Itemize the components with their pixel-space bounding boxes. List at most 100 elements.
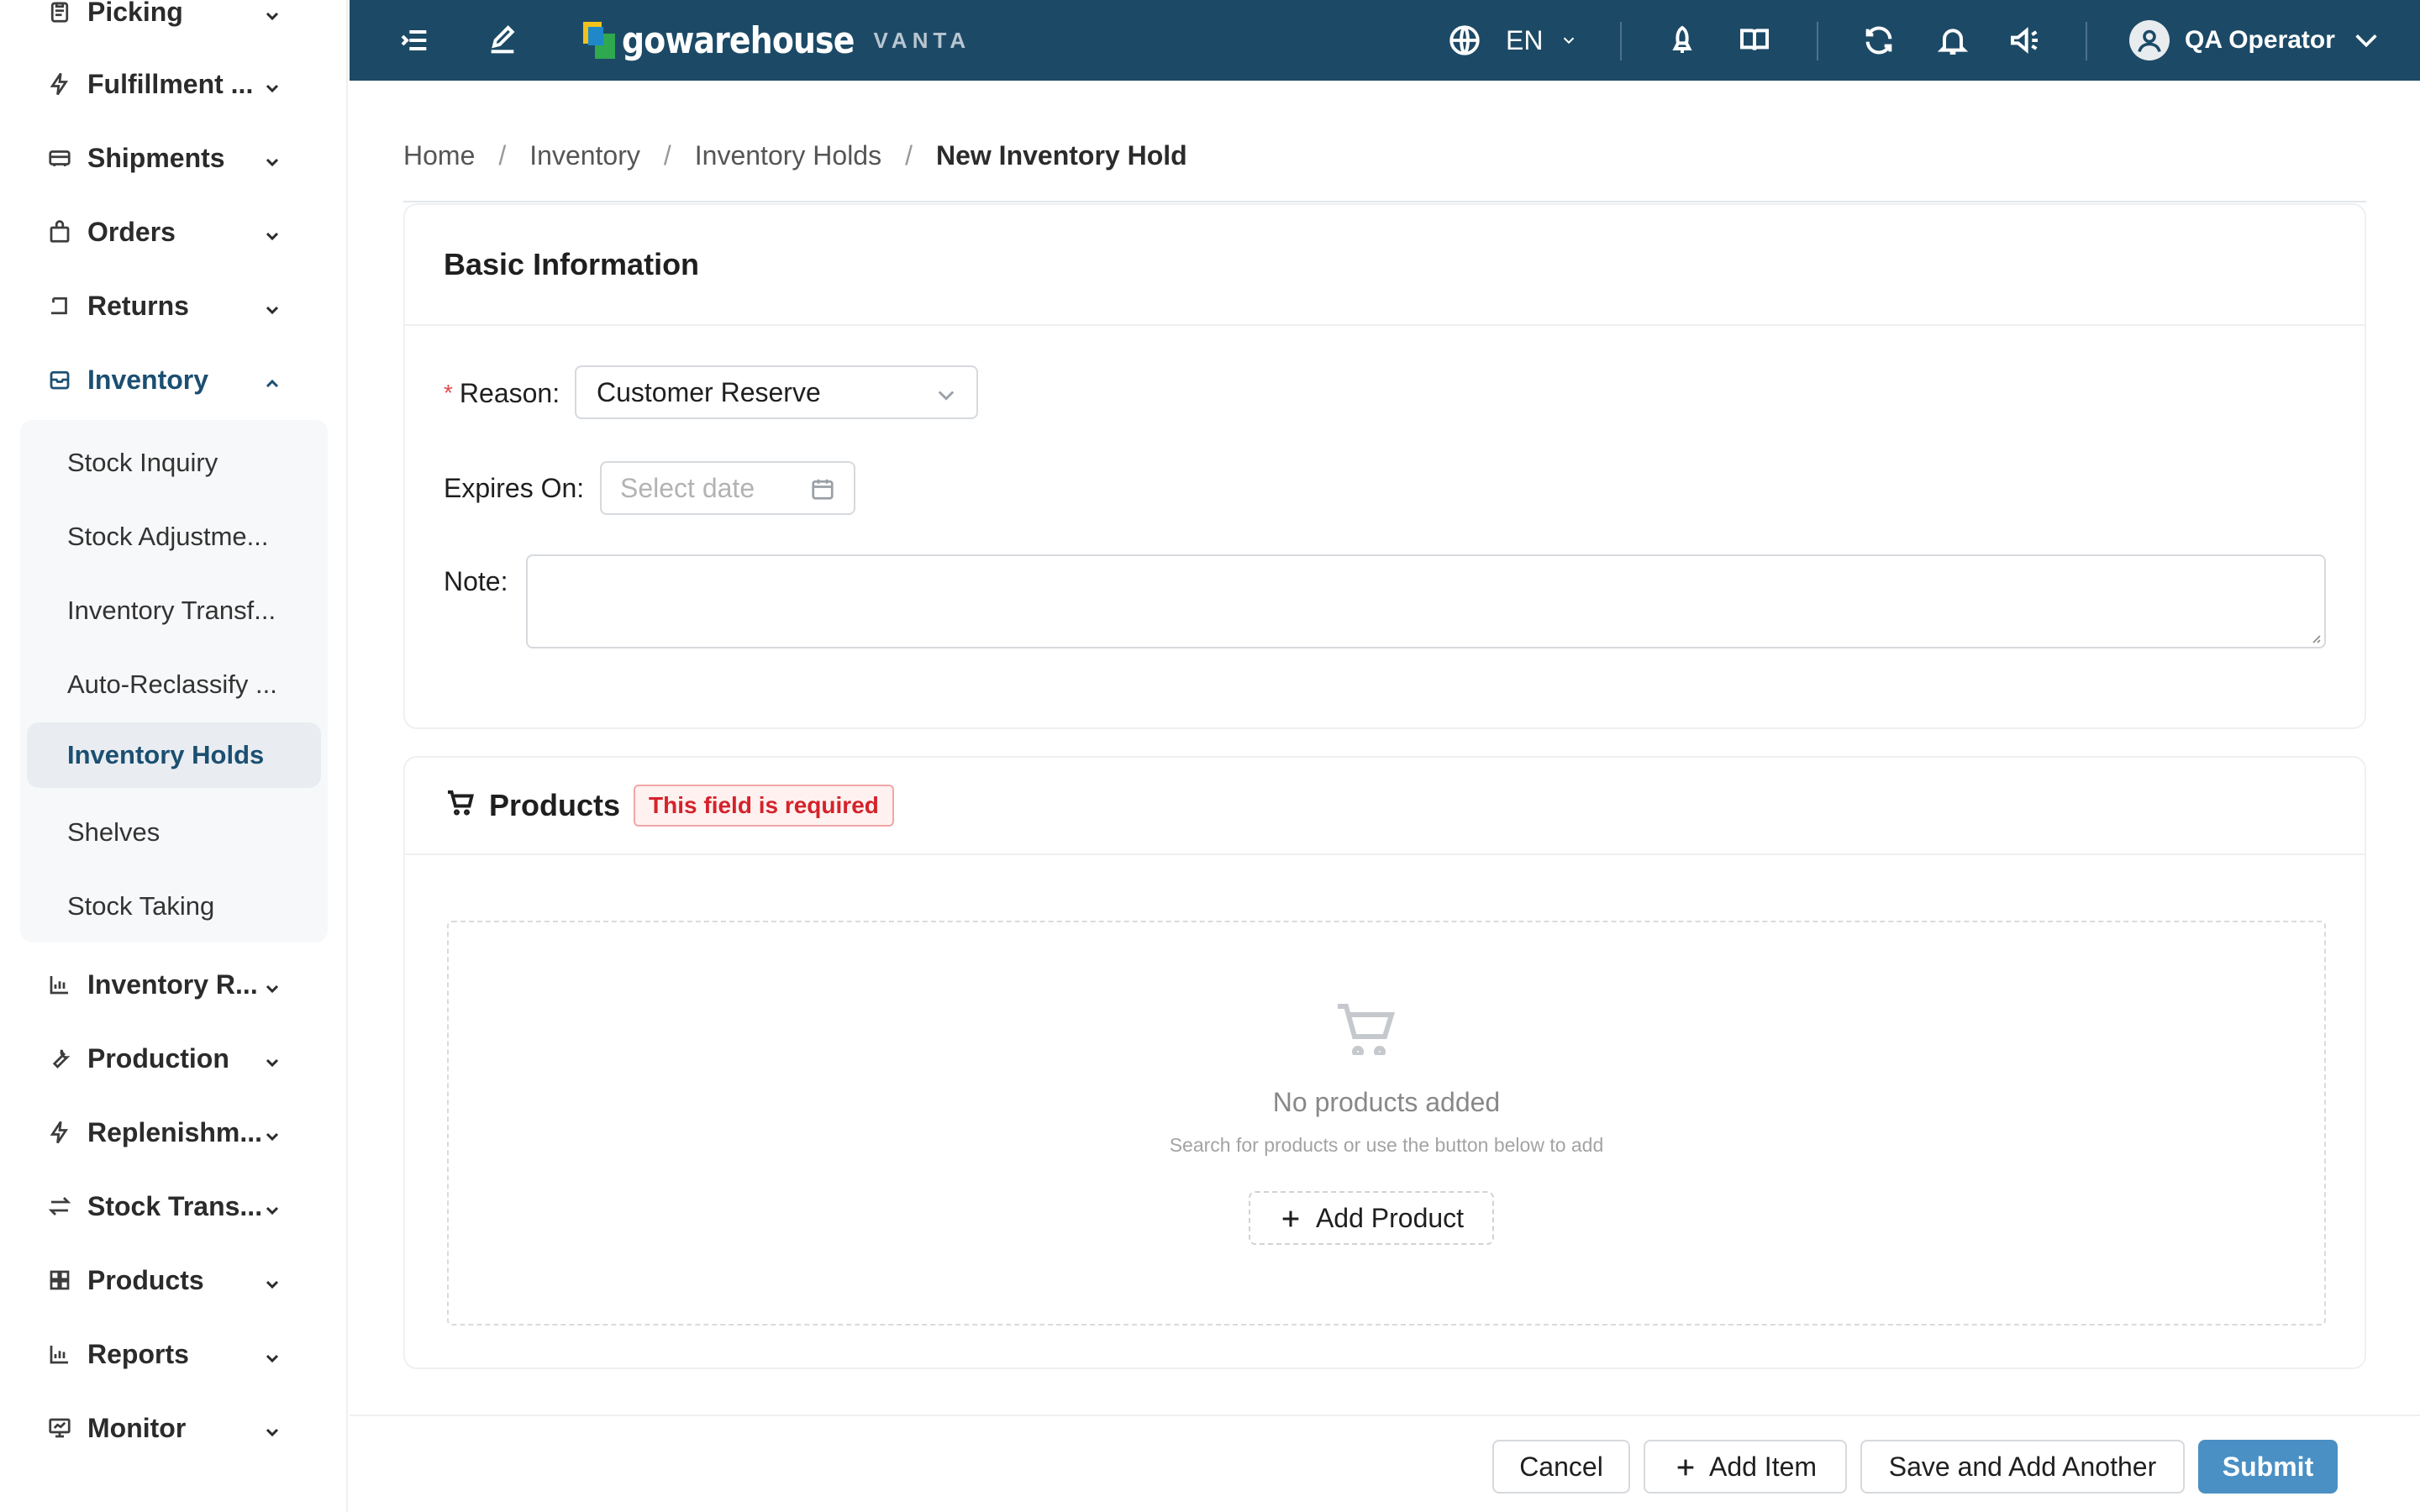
- error-badge: This field is required: [634, 785, 894, 827]
- sidebar-subitem-shelves[interactable]: Shelves: [27, 800, 321, 865]
- language-selector[interactable]: EN: [1447, 20, 1578, 60]
- breadcrumb-home[interactable]: Home: [403, 140, 475, 171]
- cancel-button[interactable]: Cancel: [1492, 1440, 1630, 1494]
- calendar-icon: [810, 476, 835, 501]
- sidebar-item-products[interactable]: Products: [0, 1250, 319, 1310]
- divider: [1620, 22, 1622, 60]
- divider: [2086, 22, 2087, 60]
- user-icon: [2138, 29, 2161, 53]
- inbox-icon: [47, 367, 72, 392]
- sidebar-subitem-inventory-holds[interactable]: Inventory Holds: [27, 722, 321, 788]
- chevron-down-icon[interactable]: [262, 222, 282, 242]
- language-code: EN: [1506, 24, 1544, 55]
- sidebar-subitem-stock-adjustment[interactable]: Stock Adjustme...: [27, 504, 321, 570]
- breadcrumb-inventory[interactable]: Inventory: [529, 140, 640, 171]
- chevron-down-icon[interactable]: [262, 1196, 282, 1216]
- chevron-down-icon[interactable]: [262, 1048, 282, 1068]
- refresh-icon[interactable]: [1860, 22, 1897, 59]
- add-item-button[interactable]: Add Item: [1644, 1440, 1847, 1494]
- sidebar-item-label: Shipments: [87, 142, 225, 173]
- submit-button[interactable]: Submit: [2198, 1440, 2338, 1494]
- wrench-icon: [47, 1046, 72, 1071]
- resize-handle-icon[interactable]: [2309, 632, 2321, 643]
- date-placeholder: Select date: [620, 472, 755, 503]
- bar-chart-icon: [47, 1341, 72, 1367]
- sidebar-item-monitor[interactable]: Monitor: [0, 1398, 319, 1458]
- sidebar-subitem-inventory-transfer[interactable]: Inventory Transf...: [27, 578, 321, 643]
- empty-state-title: No products added: [1272, 1087, 1501, 1117]
- menu-collapse-icon[interactable]: [397, 22, 434, 59]
- swap-icon: [47, 1194, 72, 1219]
- sidebar-item-label: Inventory: [87, 364, 209, 395]
- sidebar-item-label: Fulfillment ...: [87, 68, 254, 99]
- chevron-down-icon[interactable]: [262, 1270, 282, 1290]
- logo-text: gowarehouse: [622, 18, 855, 62]
- sidebar-item-label: Picking: [87, 0, 183, 27]
- sidebar-item-label: Inventory R...: [87, 969, 258, 1000]
- chevron-down-icon[interactable]: [262, 2, 282, 22]
- sidebar-item-production[interactable]: Production: [0, 1028, 319, 1089]
- sidebar-item-orders[interactable]: Orders: [0, 202, 319, 262]
- chevron-down-icon[interactable]: [262, 74, 282, 94]
- sidebar-item-picking[interactable]: Picking: [0, 0, 319, 42]
- bar-chart-icon: [47, 972, 72, 997]
- chevron-down-icon[interactable]: [262, 148, 282, 168]
- note-textarea[interactable]: [526, 554, 2326, 648]
- sidebar-item-shipments[interactable]: Shipments: [0, 128, 319, 188]
- clipboard-icon: [47, 0, 72, 24]
- add-product-button[interactable]: Add Product: [1249, 1191, 1494, 1245]
- sidebar-subitem-stock-taking[interactable]: Stock Taking: [27, 874, 321, 939]
- save-and-add-another-button[interactable]: Save and Add Another: [1860, 1440, 2185, 1494]
- sidebar-item-label: Stock Trans...: [87, 1190, 263, 1221]
- breadcrumb-separator: /: [663, 139, 671, 171]
- expires-on-date-picker[interactable]: Select date: [600, 461, 855, 515]
- sidebar-item-label: Orders: [87, 216, 176, 247]
- chevron-down-icon[interactable]: [262, 1122, 282, 1142]
- reason-label: * Reason:: [444, 377, 560, 408]
- sidebar-item-reports[interactable]: Reports: [0, 1324, 319, 1384]
- chevron-up-icon[interactable]: [262, 370, 282, 390]
- chevron-down-icon: [934, 382, 958, 406]
- sidebar-item-returns[interactable]: Returns: [0, 276, 319, 336]
- reason-value: Customer Reserve: [597, 376, 821, 407]
- sidebar-item-inventory-reports[interactable]: Inventory R...: [0, 954, 319, 1015]
- lightning-icon: [47, 1120, 72, 1145]
- edit-icon[interactable]: [484, 22, 521, 59]
- note-label: Note:: [444, 565, 508, 596]
- book-icon[interactable]: [1736, 22, 1773, 59]
- bag-icon: [47, 219, 72, 244]
- sidebar-item-label: Products: [87, 1264, 204, 1295]
- sidebar-item-inventory[interactable]: Inventory: [0, 349, 319, 410]
- required-marker: *: [444, 380, 453, 406]
- cart-icon: [445, 787, 476, 825]
- expires-on-label: Expires On:: [444, 472, 585, 503]
- chevron-down-icon[interactable]: [262, 1344, 282, 1364]
- sidebar-item-label: Reports: [87, 1338, 189, 1369]
- user-menu[interactable]: QA Operator: [2129, 18, 2381, 62]
- breadcrumb-inventory-holds[interactable]: Inventory Holds: [695, 140, 881, 171]
- add-item-label: Add Item: [1708, 1451, 1818, 1482]
- sidebar-item-fulfillment[interactable]: Fulfillment ...: [0, 54, 319, 114]
- reason-select[interactable]: Customer Reserve: [575, 365, 978, 419]
- chevron-down-icon[interactable]: [262, 296, 282, 316]
- lightning-icon: [47, 71, 72, 97]
- top-bar: gowarehouse VANTA EN QA Operator: [350, 0, 2420, 81]
- chevron-down-icon: [1564, 37, 1575, 45]
- chevron-down-icon[interactable]: [262, 974, 282, 995]
- breadcrumb: Home / Inventory / Inventory Holds / New…: [403, 134, 1187, 176]
- sidebar-subitem-auto-reclassify[interactable]: Auto-Reclassify ...: [27, 652, 321, 717]
- rocket-icon[interactable]: [1664, 22, 1701, 59]
- breadcrumb-current: New Inventory Hold: [935, 139, 1187, 171]
- logo-subtitle: VANTA: [873, 27, 971, 53]
- divider: [403, 201, 2366, 202]
- products-empty-state: No products added Search for products or…: [447, 921, 2326, 1326]
- chevron-down-icon[interactable]: [262, 1418, 282, 1438]
- sidebar-subitem-stock-inquiry[interactable]: Stock Inquiry: [27, 430, 321, 496]
- app-logo[interactable]: gowarehouse VANTA: [583, 18, 971, 62]
- bell-icon[interactable]: [1934, 22, 1971, 59]
- sidebar-item-label: Monitor: [87, 1412, 187, 1443]
- sidebar-item-replenishment[interactable]: Replenishm...: [0, 1102, 319, 1163]
- sidebar-item-stock-transfer[interactable]: Stock Trans...: [0, 1176, 319, 1236]
- megaphone-icon[interactable]: [2007, 22, 2044, 59]
- add-product-label: Add Product: [1315, 1202, 1465, 1233]
